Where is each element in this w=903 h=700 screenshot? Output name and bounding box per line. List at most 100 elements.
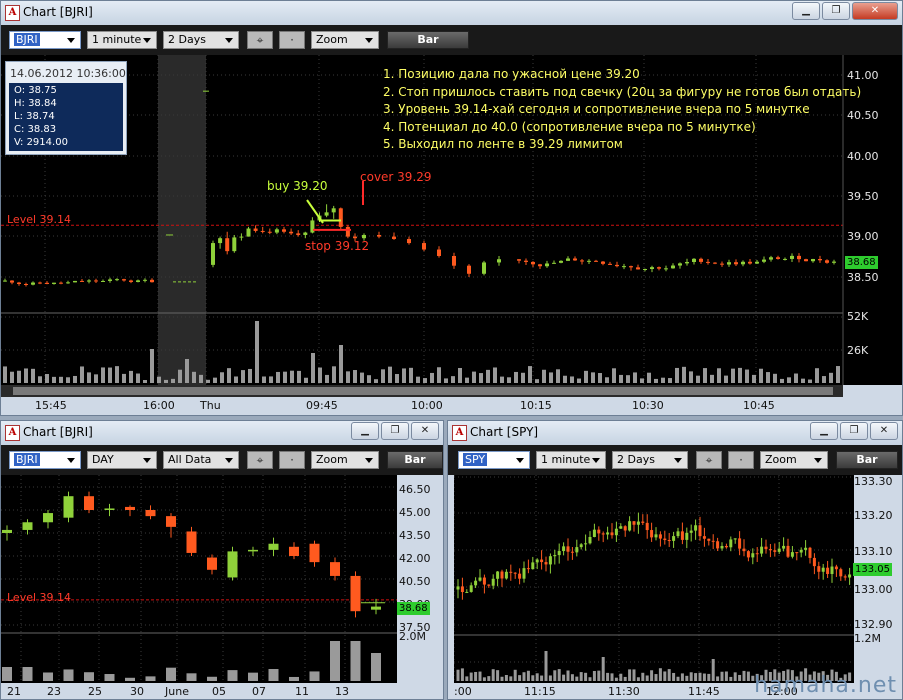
candle-body — [622, 266, 626, 268]
zoom-dropdown[interactable]: Zoom — [760, 451, 828, 469]
volume-bar — [486, 369, 490, 383]
candle-body — [267, 231, 272, 233]
volume-bar — [80, 366, 84, 383]
candle-body — [211, 243, 215, 265]
chevron-down-icon — [225, 38, 233, 43]
time-tick: 11:15 — [524, 685, 556, 698]
candle-body — [776, 257, 780, 259]
bar-button[interactable]: Bar — [387, 451, 443, 469]
range-dropdown[interactable]: 2 Days — [163, 31, 239, 49]
symbol-dropdown[interactable]: BJRI — [9, 31, 81, 49]
candle-body — [751, 553, 755, 558]
dot-button[interactable]: · — [279, 31, 305, 49]
bar-button[interactable]: Bar — [836, 451, 898, 469]
candle-body — [150, 279, 154, 283]
candle-body — [729, 539, 733, 548]
volume-bar — [672, 672, 676, 681]
candle-body — [108, 279, 112, 281]
time-tick: June — [165, 685, 189, 698]
candle-body — [253, 228, 258, 231]
volume-bar — [479, 373, 483, 383]
dot-button[interactable]: · — [728, 451, 754, 469]
close-button[interactable]: ✕ — [852, 2, 898, 20]
candle-body — [545, 263, 549, 267]
candle-body — [289, 231, 294, 234]
interval-dropdown[interactable]: 1 minute — [87, 31, 157, 49]
candle-body — [738, 538, 742, 549]
symbol-dropdown[interactable]: BJRI — [9, 451, 81, 469]
horizontal-scrollbar[interactable] — [1, 385, 843, 397]
restore-button[interactable]: ❐ — [381, 422, 409, 440]
volume-bar — [623, 676, 627, 681]
volume-bar — [557, 669, 561, 681]
volume-bar — [759, 368, 763, 383]
candle-body — [773, 550, 777, 552]
volume-bar — [122, 373, 126, 383]
dot-button[interactable]: · — [279, 451, 305, 469]
volume-bar — [540, 675, 544, 681]
candle-body — [650, 530, 654, 538]
crosshair-button[interactable]: ⌖ — [247, 451, 273, 469]
volume-bar — [584, 672, 588, 681]
candle-body — [540, 559, 544, 563]
candle-body — [734, 262, 738, 265]
candle-body — [566, 546, 570, 552]
volume-bar — [815, 368, 819, 383]
last-price-tag: 38.68 — [845, 256, 878, 269]
range-dropdown[interactable]: All Data — [163, 451, 239, 469]
restore-button[interactable]: ❐ — [840, 422, 868, 440]
candle-body — [274, 229, 279, 233]
close-button[interactable]: ✕ — [870, 422, 898, 440]
candle-body — [762, 259, 766, 262]
crosshair-button[interactable]: ⌖ — [247, 31, 273, 49]
close-button[interactable]: ✕ — [411, 422, 439, 440]
volume-bar — [500, 676, 504, 681]
candle-body — [672, 536, 676, 541]
restore-button[interactable]: ❐ — [822, 2, 850, 20]
candle-body — [345, 226, 350, 237]
minimize-button[interactable]: ▁ — [810, 422, 838, 440]
candle-body — [509, 571, 513, 573]
candle-body — [727, 262, 731, 265]
range-dropdown[interactable]: 2 Days — [612, 451, 688, 469]
crosshair-button[interactable]: ⌖ — [696, 451, 722, 469]
chevron-down-icon — [143, 38, 151, 43]
stop-label: stop 39.12 — [305, 239, 370, 253]
volume-bar — [619, 673, 623, 681]
volume-bar — [371, 653, 381, 681]
zoom-dropdown[interactable]: Zoom — [311, 31, 379, 49]
volume-bar — [185, 359, 189, 383]
annotation-note-5: 5. Выходил по ленте в 39.29 лимитом — [383, 137, 623, 151]
bar-button[interactable]: Bar — [387, 31, 469, 49]
minimize-button[interactable]: ▁ — [792, 2, 820, 20]
volume-bar — [22, 667, 33, 681]
interval-value: 1 minute — [92, 33, 142, 46]
volume-bar — [773, 373, 777, 383]
candle-body — [702, 536, 706, 539]
price-tick: 40.00 — [847, 150, 879, 163]
volume-bar — [514, 371, 518, 383]
candle-body — [657, 267, 661, 269]
interval-dropdown[interactable]: DAY — [87, 451, 157, 469]
volume-bar — [353, 370, 357, 383]
time-tick: 30 — [130, 685, 144, 698]
volume-bar — [658, 668, 662, 681]
candle-body — [52, 282, 56, 284]
interval-dropdown[interactable]: 1 minute — [536, 451, 606, 469]
volume-bar — [129, 370, 133, 383]
candle-body — [707, 538, 711, 541]
daily-plot-area[interactable] — [1, 475, 397, 683]
volume-bar — [598, 373, 602, 383]
volume-bar — [255, 321, 259, 383]
chevron-down-icon — [365, 38, 373, 43]
spy-plot-area[interactable] — [454, 475, 854, 683]
candle-body — [799, 549, 803, 553]
candle-body — [608, 263, 612, 265]
scrollbar-thumb[interactable] — [13, 387, 833, 395]
minimize-button[interactable]: ▁ — [351, 422, 379, 440]
volume-bar — [544, 651, 548, 681]
zoom-dropdown[interactable]: Zoom — [311, 451, 379, 469]
symbol-dropdown[interactable]: SPY — [458, 451, 530, 469]
time-tick: 16:00 — [143, 399, 175, 412]
volume-bar — [570, 674, 574, 681]
